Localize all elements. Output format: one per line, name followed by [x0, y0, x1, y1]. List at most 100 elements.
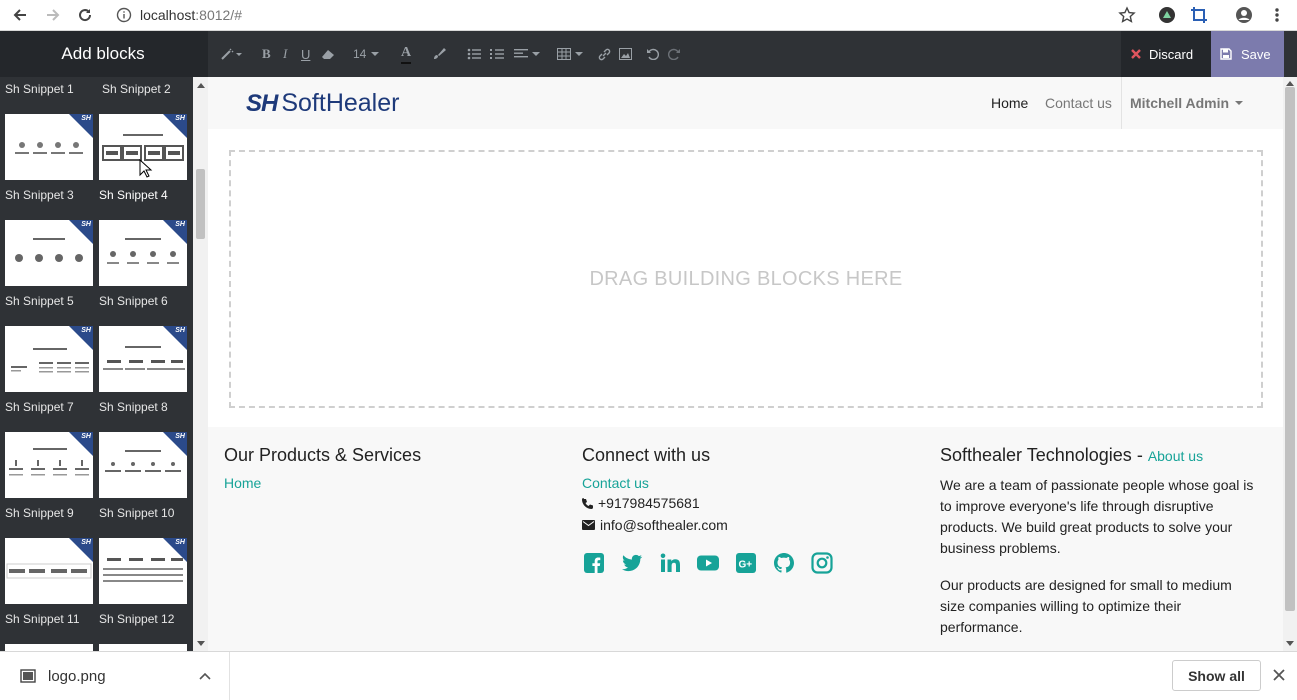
scroll-up-icon[interactable] — [197, 83, 205, 88]
save-button[interactable]: Save — [1211, 31, 1284, 77]
snippet-thumbnail — [5, 644, 93, 651]
snippet-thumbnail: SH — [99, 432, 187, 498]
browser-toolbar: localhost:8012/# — [0, 0, 1297, 31]
sidebar-scrollbar[interactable] — [193, 77, 208, 651]
snippet-8[interactable]: SH Sh Snippet 8 — [99, 326, 187, 414]
footer-link-home[interactable]: Home — [224, 475, 421, 491]
nav-home[interactable]: Home — [991, 95, 1028, 111]
downloads-bar: logo.png Show all — [0, 651, 1297, 700]
github-icon[interactable] — [772, 551, 796, 575]
scroll-up-icon[interactable] — [1286, 81, 1294, 86]
mouse-cursor-icon — [139, 159, 153, 178]
facebook-icon[interactable] — [582, 551, 606, 575]
account-icon[interactable] — [1232, 3, 1256, 27]
font-size-dropdown[interactable]: 14 — [353, 44, 380, 64]
image-icon[interactable] — [619, 44, 632, 64]
footer-connect: Connect with us Contact us +917984575681… — [582, 445, 834, 575]
snippet-label: Sh Snippet 12 — [99, 612, 175, 626]
snippet-list[interactable]: Sh Snippet 1 Sh Snippet 2 SH Sh Snippet … — [0, 77, 193, 651]
snippet-thumbnail: SH — [99, 220, 187, 286]
snippet-thumbnail — [99, 644, 187, 651]
site-footer: Our Products & Services Home Connect wit… — [208, 427, 1283, 651]
bookmark-star-icon[interactable] — [1115, 3, 1139, 27]
url-host: localhost — [140, 7, 196, 23]
file-icon — [20, 669, 36, 683]
softhealer-logo[interactable]: SH SoftHealer — [246, 89, 399, 118]
snippet-label: Sh Snippet 6 — [99, 294, 168, 308]
snippet-12[interactable]: SH Sh Snippet 12 — [99, 538, 187, 626]
crop-extension-icon[interactable] — [1187, 3, 1211, 27]
snippet-5[interactable]: SH Sh Snippet 5 — [5, 220, 93, 308]
reload-icon[interactable] — [73, 3, 97, 27]
youtube-icon[interactable] — [696, 551, 720, 575]
eraser-icon[interactable] — [321, 44, 335, 64]
user-menu[interactable]: Mitchell Admin — [1121, 77, 1244, 129]
footer-heading: Softhealer Technologies - About us — [940, 445, 1204, 465]
forward-icon[interactable] — [41, 3, 65, 27]
snippet-3[interactable]: SH Sh Snippet 3 — [5, 114, 93, 202]
address-bar[interactable]: localhost:8012/# — [116, 3, 242, 27]
linkedin-icon[interactable] — [658, 551, 682, 575]
table-icon — [557, 48, 571, 60]
chevron-down-icon — [1235, 101, 1244, 105]
snippet-label: Sh Snippet 3 — [5, 188, 74, 202]
numbered-list-icon[interactable] — [490, 44, 504, 64]
snippet-7[interactable]: SH Sh Snippet 7 — [5, 326, 93, 414]
blocks-sidebar: Add blocks Sh Snippet 1 Sh Snippet 2 SH … — [0, 31, 208, 651]
redo-icon[interactable] — [668, 44, 681, 64]
underline-icon[interactable]: U — [301, 44, 310, 64]
italic-icon[interactable]: I — [283, 44, 287, 64]
page-scroll-thumb[interactable] — [1285, 87, 1295, 611]
chevron-up-icon[interactable] — [199, 672, 211, 680]
footer-link-contact[interactable]: Contact us — [582, 475, 834, 491]
menu-dots-icon[interactable] — [1265, 3, 1289, 27]
close-icon[interactable] — [1272, 668, 1286, 682]
extension-icon[interactable] — [1155, 3, 1179, 27]
undo-icon[interactable] — [646, 44, 659, 64]
sidebar-scroll-thumb[interactable] — [196, 169, 205, 239]
text-color-icon[interactable]: A — [401, 44, 412, 64]
floppy-disk-icon — [1220, 48, 1232, 60]
scroll-down-icon[interactable] — [197, 641, 205, 646]
show-all-button[interactable]: Show all — [1172, 660, 1261, 691]
snippet-11[interactable]: SH Sh Snippet 11 — [5, 538, 93, 626]
snippet-label: Sh Snippet 1 — [5, 82, 74, 96]
sidebar-title: Add blocks — [0, 31, 208, 77]
info-icon — [116, 7, 132, 23]
twitter-icon[interactable] — [620, 551, 644, 575]
chevron-down-icon — [532, 52, 540, 56]
snippet-label: Sh Snippet 4 — [99, 188, 168, 202]
nav-contact-us[interactable]: Contact us — [1045, 95, 1112, 111]
google-plus-icon[interactable]: G+ — [734, 551, 758, 575]
paint-brush-icon[interactable] — [432, 44, 446, 64]
scroll-down-icon[interactable] — [1286, 641, 1294, 646]
footer-products: Our Products & Services Home — [224, 445, 421, 497]
download-item[interactable]: logo.png — [0, 652, 230, 700]
snippet-10[interactable]: SH Sh Snippet 10 — [99, 432, 187, 520]
magic-wand-icon[interactable] — [220, 44, 242, 64]
website-preview: SH SoftHealer Home Contact us Mitchell A… — [208, 77, 1283, 651]
phone-icon — [582, 497, 593, 509]
instagram-icon[interactable] — [810, 551, 834, 575]
bold-icon[interactable]: B — [262, 44, 271, 64]
snippet-6[interactable]: SH Sh Snippet 6 — [99, 220, 187, 308]
snippet-label: Sh Snippet 7 — [5, 400, 74, 414]
link-icon[interactable] — [598, 44, 611, 64]
svg-text:G+: G+ — [739, 560, 753, 571]
close-icon — [1131, 49, 1141, 59]
footer-link-about[interactable]: About us — [1148, 448, 1203, 464]
table-dropdown[interactable] — [557, 44, 583, 64]
url-rest: :8012/# — [195, 7, 242, 23]
align-dropdown[interactable] — [514, 44, 540, 64]
snippet-4[interactable]: SH Sh Snippet 4 — [99, 114, 187, 202]
snippet-9[interactable]: SH Sh Snippet 9 — [5, 432, 93, 520]
page-scrollbar[interactable] — [1283, 77, 1297, 651]
bullet-list-icon[interactable] — [467, 44, 481, 64]
back-icon[interactable] — [8, 3, 32, 27]
snippet-thumbnail: SH — [5, 114, 93, 180]
footer-phone: +917984575681 — [582, 495, 834, 511]
footer-about: Softhealer Technologies - About us We ar… — [940, 445, 1260, 638]
discard-button[interactable]: Discard — [1121, 31, 1211, 77]
site-navbar: SH SoftHealer Home Contact us Mitchell A… — [208, 77, 1283, 129]
drop-zone[interactable]: DRAG BUILDING BLOCKS HERE — [229, 150, 1263, 408]
